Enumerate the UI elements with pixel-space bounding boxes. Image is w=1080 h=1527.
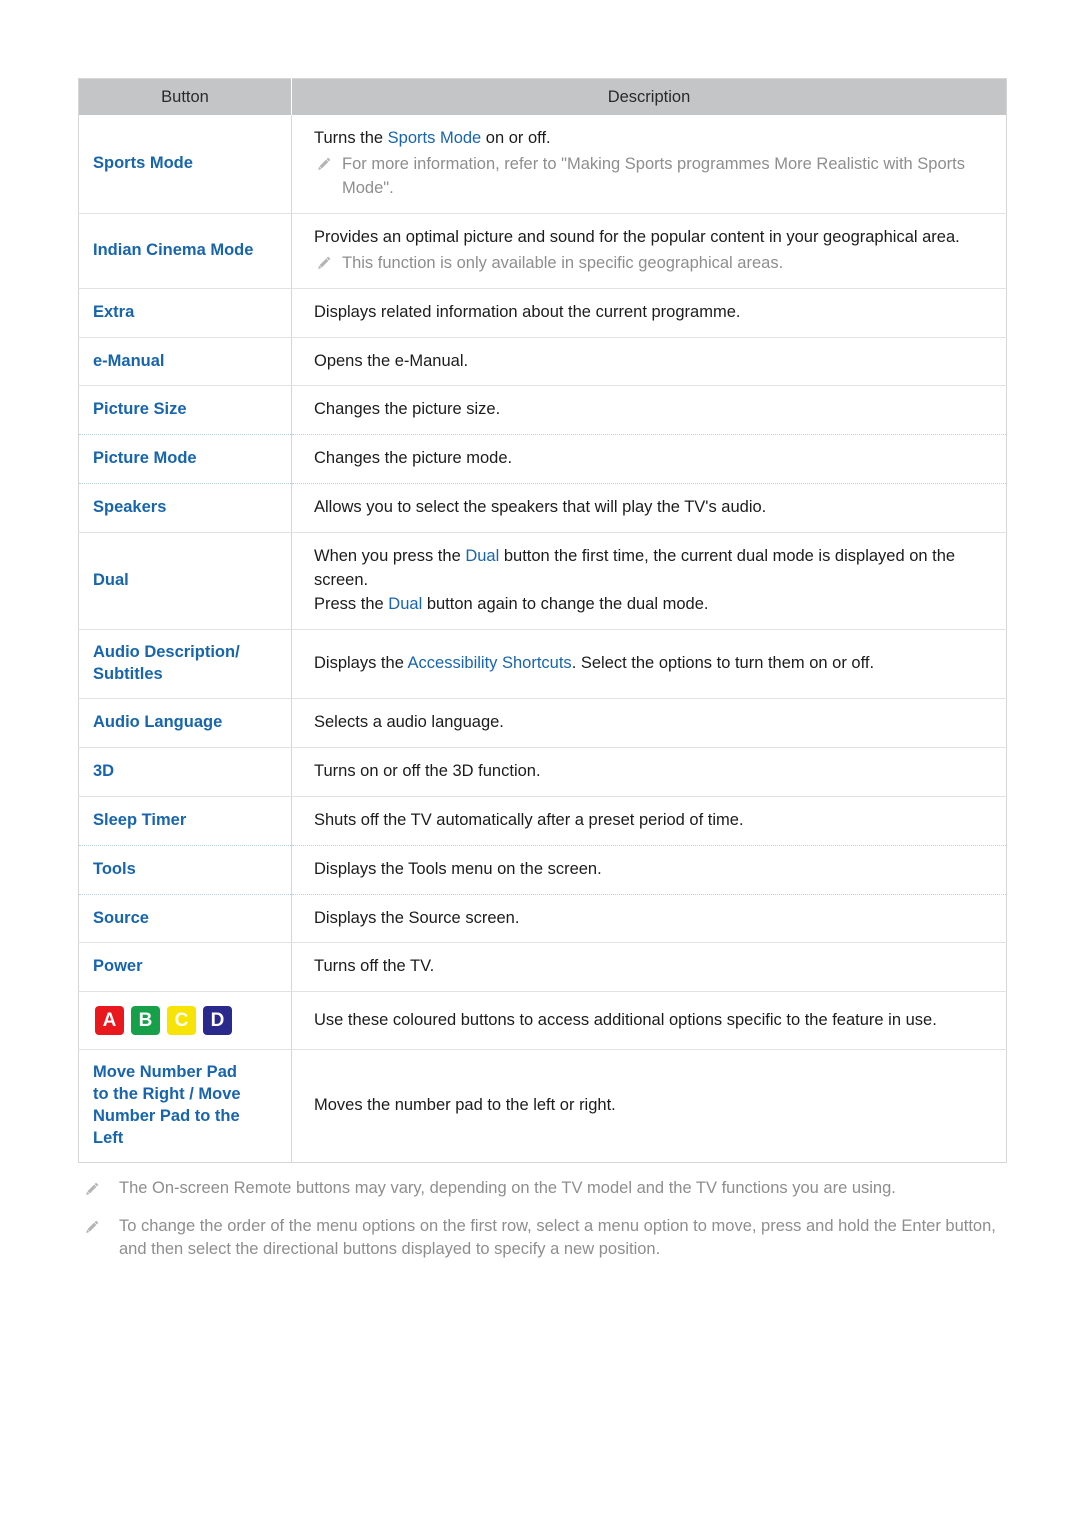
pencil-icon — [84, 1219, 101, 1236]
description-cell: Opens the e-Manual. — [291, 337, 1007, 387]
description-cell: Displays related information about the c… — [291, 288, 1007, 338]
desc-link[interactable]: Dual — [388, 595, 422, 613]
table-row: Picture Mode Changes the picture mode. — [78, 434, 1007, 485]
table-header-row: Button Description — [78, 78, 1007, 115]
pencil-icon — [316, 156, 333, 173]
button-name-line: to the Right / Move — [93, 1085, 241, 1104]
button-name-line: Left — [93, 1129, 124, 1148]
button-name-cell: Audio Description/ Subtitles — [78, 629, 292, 699]
colour-key-group: A B C D — [93, 1004, 281, 1037]
table-row: Audio Language Selects a audio language. — [78, 698, 1007, 748]
description-line: Press the Dual button again to change th… — [314, 593, 990, 617]
table-body: Sports Mode Turns the Sports Mode on or … — [78, 115, 1007, 1163]
table-row: Dual When you press the Dual button the … — [78, 532, 1007, 630]
note-text: For more information, refer to "Making S… — [342, 154, 965, 197]
desc-text-pre: Press the — [314, 595, 389, 614]
table-row: Tools Displays the Tools menu on the scr… — [78, 845, 1007, 895]
desc-text-pre: When you press the — [314, 547, 466, 566]
footnote-text: The On-screen Remote buttons may vary, d… — [119, 1179, 896, 1198]
table-row: 3D Turns on or off the 3D function. — [78, 747, 1007, 797]
table-row: Source Displays the Source screen. — [78, 894, 1007, 944]
footnote-item: The On-screen Remote buttons may vary, d… — [82, 1177, 1006, 1200]
table-row: Sports Mode Turns the Sports Mode on or … — [78, 115, 1007, 214]
description-cell: When you press the Dual button the first… — [291, 532, 1007, 630]
button-name-cell: Picture Mode — [78, 434, 292, 485]
description-cell: Displays the Accessibility Shortcuts. Se… — [291, 629, 1007, 699]
note: For more information, refer to "Making S… — [314, 153, 990, 201]
button-name-cell: Tools — [78, 845, 292, 895]
button-name-cell: Indian Cinema Mode — [78, 213, 292, 289]
desc-text-post: . Select the options to turn them on or … — [571, 653, 875, 672]
description-cell: Turns on or off the 3D function. — [291, 747, 1007, 797]
description-cell: Turns the Sports Mode on or off. For mor… — [291, 115, 1007, 214]
table-row: Speakers Allows you to select the speake… — [78, 483, 1007, 534]
table-row: Sleep Timer Shuts off the TV automatical… — [78, 796, 1007, 846]
button-name-cell: Picture Size — [78, 385, 292, 436]
description-cell: Changes the picture size. — [291, 385, 1007, 436]
colour-key-a[interactable]: A — [95, 1006, 124, 1036]
description-line: Displays the Accessibility Shortcuts. Se… — [314, 652, 990, 676]
description-cell: Turns off the TV. — [291, 942, 1007, 993]
button-name-cell: e-Manual — [78, 337, 292, 387]
description-cell: Use these coloured buttons to access add… — [291, 991, 1007, 1051]
button-name-cell: Sports Mode — [78, 115, 292, 214]
description-cell: Allows you to select the speakers that w… — [291, 483, 1007, 534]
column-header-description: Description — [291, 78, 1007, 115]
button-name-line: Audio Description/ — [93, 642, 240, 661]
description-line: When you press the Dual button the first… — [314, 545, 990, 593]
desc-text-post: button again to change the dual mode. — [422, 595, 709, 614]
table-row: e-Manual Opens the e-Manual. — [78, 337, 1007, 387]
button-name-cell: Speakers — [78, 483, 292, 534]
column-header-button: Button — [78, 78, 292, 115]
remote-buttons-table: Button Description Sports Mode Turns the… — [78, 78, 1007, 1164]
manual-page: Button Description Sports Mode Turns the… — [0, 0, 1080, 1527]
table-row: Audio Description/ Subtitles Displays th… — [78, 629, 1007, 699]
content-sheet: Button Description Sports Mode Turns the… — [78, 78, 1007, 1275]
footnotes: The On-screen Remote buttons may vary, d… — [78, 1177, 1006, 1261]
table-row: Extra Displays related information about… — [78, 288, 1007, 338]
description-line: Provides an optimal picture and sound fo… — [314, 227, 960, 246]
desc-text-post: on or off. — [481, 129, 551, 147]
note: This function is only available in speci… — [314, 252, 990, 276]
table-header: Button Description — [78, 78, 1007, 115]
desc-link[interactable]: Accessibility Shortcuts — [408, 654, 572, 672]
button-name-cell: 3D — [78, 747, 292, 797]
desc-link[interactable]: Sports Mode — [388, 129, 482, 147]
description-cell: Shuts off the TV automatically after a p… — [291, 796, 1007, 846]
pencil-icon — [84, 1181, 101, 1198]
desc-link[interactable]: Dual — [465, 547, 499, 565]
table-row: Indian Cinema Mode Provides an optimal p… — [78, 213, 1007, 289]
description-cell: Selects a audio language. — [291, 698, 1007, 748]
description-cell: Provides an optimal picture and sound fo… — [291, 213, 1007, 289]
table-row: Power Turns off the TV. — [78, 942, 1007, 993]
desc-text-pre: Turns the — [314, 129, 388, 147]
button-name-cell: Sleep Timer — [78, 796, 292, 846]
button-name-cell: Audio Language — [78, 698, 292, 748]
pencil-icon — [316, 255, 333, 272]
note-text: This function is only available in speci… — [342, 253, 784, 272]
description-line: Turns the Sports Mode on or off. — [314, 127, 990, 151]
footnote-text: To change the order of the menu options … — [119, 1216, 996, 1258]
description-cell: Displays the Source screen. — [291, 894, 1007, 944]
button-name-cell: Power — [78, 942, 292, 993]
button-name-cell: Source — [78, 894, 292, 944]
description-cell: Moves the number pad to the left or righ… — [291, 1049, 1007, 1163]
button-name-cell: Dual — [78, 532, 292, 630]
desc-text-pre: Displays the — [314, 653, 408, 672]
button-name-cell: Extra — [78, 288, 292, 338]
footnote-item: To change the order of the menu options … — [82, 1215, 1006, 1262]
description-cell: Displays the Tools menu on the screen. — [291, 845, 1007, 895]
colour-keys-cell: A B C D — [78, 991, 292, 1051]
colour-key-c[interactable]: C — [167, 1006, 196, 1036]
table-row: Picture Size Changes the picture size. — [78, 385, 1007, 436]
table-row: Move Number Pad to the Right / Move Numb… — [78, 1049, 1007, 1163]
button-name-line: Move Number Pad — [93, 1063, 237, 1082]
colour-key-b[interactable]: B — [131, 1006, 160, 1036]
button-name-line: Number Pad to the — [93, 1107, 240, 1126]
description-cell: Changes the picture mode. — [291, 434, 1007, 485]
button-name-line: Subtitles — [93, 664, 163, 683]
button-name-cell: Move Number Pad to the Right / Move Numb… — [78, 1049, 292, 1163]
colour-key-d[interactable]: D — [203, 1006, 232, 1036]
table-row: A B C D Use these coloured buttons to ac… — [78, 991, 1007, 1051]
